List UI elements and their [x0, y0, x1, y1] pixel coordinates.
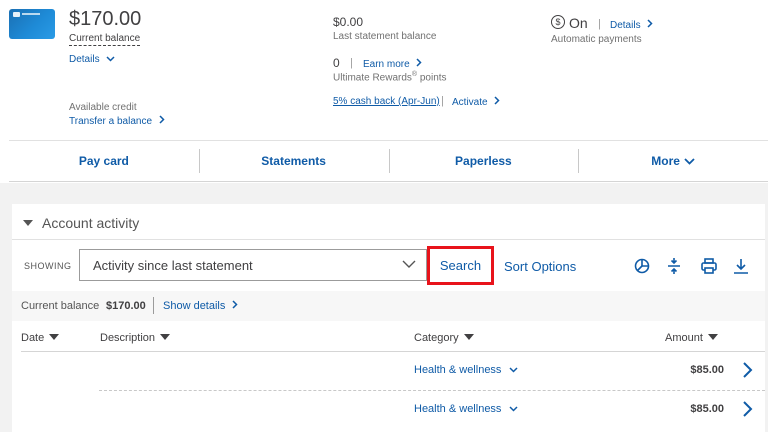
current-balance-amount: $170.00	[69, 8, 142, 30]
amount-column-header[interactable]: Amount	[665, 332, 718, 344]
spending-chart-icon[interactable]	[633, 257, 651, 275]
statement-balance-amount: $0.00	[333, 15, 364, 29]
pay-card-button[interactable]: Pay card	[9, 141, 199, 181]
autopay-status: On	[569, 15, 588, 31]
category-dropdown[interactable]: Health & wellness	[414, 364, 518, 376]
activity-title: Account activity	[42, 215, 140, 231]
sort-caret-icon	[707, 334, 718, 340]
sort-caret-icon	[160, 334, 171, 340]
cashback-offer-link[interactable]: 5% cash back (Apr-Jun)	[333, 96, 440, 107]
sort-caret-icon	[463, 334, 474, 340]
download-icon[interactable]	[732, 257, 750, 275]
autopay-dollar-icon: $	[551, 15, 565, 29]
transfer-balance-link[interactable]: Transfer a balance	[69, 115, 165, 127]
chevron-down-icon	[684, 157, 695, 165]
autopay-details-link[interactable]: Details	[610, 19, 653, 31]
chevron-right-icon[interactable]	[741, 361, 755, 379]
available-credit-label: Available credit	[69, 102, 137, 113]
print-icon[interactable]	[700, 257, 718, 275]
divider: |	[350, 57, 353, 69]
collapse-caret-icon[interactable]	[23, 220, 33, 226]
chevron-down-icon	[508, 367, 518, 373]
divider	[153, 297, 154, 314]
transaction-amount: $85.00	[690, 364, 724, 376]
search-button[interactable]: Search	[427, 246, 494, 285]
date-column-header[interactable]: Date	[21, 332, 60, 344]
balance-details-link[interactable]: Details	[69, 54, 115, 65]
autopay-label: Automatic payments	[551, 34, 642, 45]
expand-collapse-icon[interactable]	[665, 257, 683, 275]
category-dropdown[interactable]: Health & wellness	[414, 403, 518, 415]
showing-label: SHOWING	[24, 261, 72, 271]
chevron-right-icon[interactable]	[741, 400, 755, 418]
chevron-right-icon	[416, 58, 423, 67]
chevron-right-icon	[494, 96, 500, 105]
account-summary: $170.00 Current balance Details Availabl…	[0, 0, 768, 140]
table-row[interactable]: Health & wellness $85.00	[12, 352, 765, 391]
chevron-right-icon	[159, 115, 165, 124]
category-column-header[interactable]: Category	[414, 332, 474, 344]
table-row[interactable]: Health & wellness $85.00	[12, 391, 765, 430]
rewards-points-value: 0	[333, 56, 340, 70]
activate-link[interactable]: Activate	[452, 96, 500, 108]
chevron-down-icon	[106, 56, 115, 62]
current-balance-value: $170.00	[106, 300, 146, 312]
sort-options-button[interactable]: Sort Options	[504, 259, 576, 274]
transaction-amount: $85.00	[690, 403, 724, 415]
credit-card-image	[9, 9, 55, 39]
sort-caret-icon	[49, 334, 60, 340]
earn-more-link[interactable]: Earn more	[363, 58, 423, 70]
activity-filter-select[interactable]: Activity since last statement	[79, 249, 427, 281]
more-menu-button[interactable]: More	[578, 141, 768, 181]
chevron-right-icon	[647, 19, 653, 28]
chevron-down-icon	[402, 260, 416, 268]
divider: |	[441, 95, 444, 107]
chevron-right-icon	[232, 300, 238, 309]
account-activity-panel: Account activity SHOWING Activity since …	[12, 204, 765, 432]
current-balance-label: Current balance	[21, 300, 100, 312]
paperless-button[interactable]: Paperless	[388, 141, 579, 181]
rewards-label: Ultimate Rewards® points	[333, 71, 447, 84]
statements-button[interactable]: Statements	[198, 141, 389, 181]
divider: |	[598, 18, 601, 30]
statement-balance-label: Last statement balance	[333, 31, 437, 42]
chevron-down-icon	[508, 406, 518, 412]
filter-value: Activity since last statement	[93, 258, 253, 273]
activity-header[interactable]: Account activity	[12, 204, 765, 240]
current-balance-label[interactable]: Current balance	[69, 33, 141, 46]
card-action-nav: Pay card Statements Paperless More	[9, 140, 768, 182]
description-column-header[interactable]: Description	[100, 332, 171, 344]
show-details-link[interactable]: Show details	[163, 300, 238, 312]
